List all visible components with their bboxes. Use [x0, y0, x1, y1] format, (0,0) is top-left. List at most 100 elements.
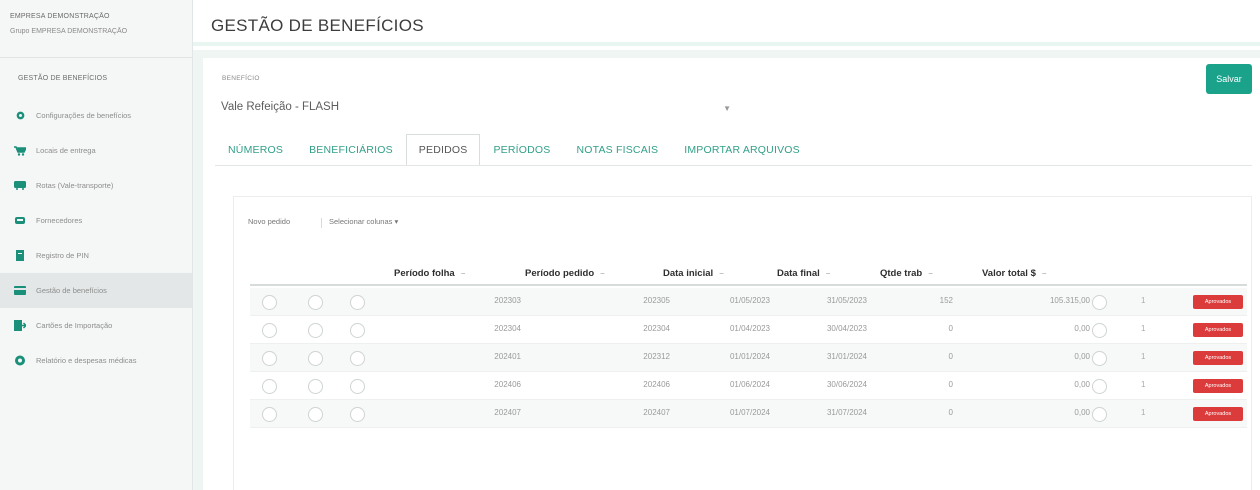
chevron-down-icon: ▾: [394, 217, 399, 226]
sidebar-nav: Configurações de benefícios Locais de ent…: [0, 98, 192, 378]
cell-data-final: 30/06/2024: [826, 380, 867, 389]
sidebar-item-label: Rotas (Vale-transporte): [36, 181, 114, 190]
row-radio[interactable]: [350, 323, 365, 338]
table-row[interactable]: 202303 202305 01/05/2023 31/05/2023 152 105.3…: [250, 288, 1247, 316]
sort-icon[interactable]: −: [600, 269, 605, 278]
row-radio[interactable]: [262, 351, 277, 366]
document-icon: [14, 250, 26, 261]
column-header-label: Período folha: [394, 268, 455, 279]
tab-pedidos[interactable]: PEDIDOS: [405, 134, 481, 165]
sort-icon[interactable]: −: [719, 269, 724, 278]
cell-qtde-trab: 0: [948, 324, 953, 333]
table-row[interactable]: 202401 202312 01/01/2024 31/01/2024 0 0,00 1 Ap…: [250, 344, 1247, 372]
page-title: GESTÃO DE BENEFÍCIOS: [211, 16, 424, 35]
sidebar-header: EMPRESA DEMONSTRAÇÃO Grupo EMPRESA DEMON…: [0, 0, 192, 58]
table-row[interactable]: 202407 202407 01/07/2024 31/07/2024 0 0,00 1 Ap…: [250, 400, 1247, 428]
row-radio[interactable]: [1092, 323, 1107, 338]
cell-data-final: 31/01/2024: [826, 352, 867, 361]
column-header-label: Período pedido: [525, 268, 595, 279]
sidebar-item[interactable]: Cartões de Importação: [0, 308, 192, 343]
tab-divider: [215, 165, 1252, 166]
benefit-select-value: Vale Refeição - FLASH: [221, 101, 340, 113]
sidebar-item-label: Configurações de benefícios: [36, 111, 132, 120]
tab-n-meros[interactable]: NÚMEROS: [215, 134, 296, 165]
sidebar-section-title: GESTÃO DE BENEFÍCIOS: [18, 75, 108, 82]
cell-pin: 1: [1141, 296, 1146, 305]
column-header[interactable]: Período folha −: [394, 268, 465, 279]
sort-icon[interactable]: −: [461, 269, 466, 278]
column-header[interactable]: Qtde trab −: [880, 268, 933, 279]
table-row[interactable]: 202406 202406 01/06/2024 30/06/2024 0 0,00 1 Ap…: [250, 372, 1247, 400]
row-radio[interactable]: [308, 351, 323, 366]
row-radio[interactable]: [308, 407, 323, 422]
tab-importar-arquivos[interactable]: IMPORTAR ARQUIVOS: [671, 134, 813, 165]
sidebar-item-label: Registro de PIN: [36, 251, 89, 260]
cell-qtde-trab: 0: [948, 408, 953, 417]
sidebar-item[interactable]: Configurações de benefícios: [0, 98, 192, 133]
column-header-label: Valor total $: [982, 268, 1036, 279]
sidebar-item[interactable]: Gestão de benefícios: [0, 273, 192, 308]
main-content: BENEFÍCIO Vale Refeição - FLASH ▼ Salvar…: [193, 50, 1260, 490]
cell-pin: 1: [1141, 352, 1146, 361]
tab-per-odos[interactable]: PERÍODOS: [480, 134, 563, 165]
tab-bar: NÚMEROS BENEFICIÁRIOS PEDIDOS PERÍODOS NOTAS…: [215, 134, 813, 165]
cell-data-inicial: 01/04/2023: [729, 324, 770, 333]
status-badge[interactable]: Aprovados: [1193, 407, 1243, 421]
row-radio[interactable]: [350, 407, 365, 422]
status-badge[interactable]: Aprovados: [1193, 379, 1243, 393]
row-radio[interactable]: [308, 379, 323, 394]
tab-benefici-rios[interactable]: BENEFICIÁRIOS: [296, 134, 406, 165]
status-badge[interactable]: Aprovados: [1193, 295, 1243, 309]
row-radio[interactable]: [262, 295, 277, 310]
company-name[interactable]: EMPRESA DEMONSTRAÇÃO: [10, 12, 182, 22]
sort-icon[interactable]: −: [928, 269, 933, 278]
sidebar-item[interactable]: Relatório e despesas médicas: [0, 343, 192, 378]
row-radio[interactable]: [1092, 295, 1107, 310]
file-import-icon: [14, 320, 26, 331]
sidebar-item[interactable]: Registro de PIN: [0, 238, 192, 273]
row-radio[interactable]: [350, 379, 365, 394]
sidebar-item[interactable]: Fornecedores: [0, 203, 192, 238]
row-radio[interactable]: [1092, 379, 1107, 394]
sidebar-item[interactable]: Rotas (Vale-transporte): [0, 168, 192, 203]
status-badge[interactable]: Aprovados: [1193, 351, 1243, 365]
select-columns-button[interactable]: Selecionar colunas ▾: [329, 217, 398, 226]
select-columns-label: Selecionar colunas: [329, 217, 393, 226]
cell-pin: 1: [1141, 324, 1146, 333]
cell-data-inicial: 01/05/2023: [729, 296, 770, 305]
cell-periodo-pedido: 202304: [643, 324, 670, 333]
column-header[interactable]: Período pedido −: [525, 268, 605, 279]
sidebar-item[interactable]: Locais de entrega: [0, 133, 192, 168]
bus-icon: [14, 181, 26, 191]
row-radio[interactable]: [350, 295, 365, 310]
sidebar-item-label: Gestão de benefícios: [36, 286, 107, 295]
cell-periodo-folha: 202304: [494, 324, 521, 333]
cell-valor-total: 0,00: [1074, 380, 1090, 389]
sort-icon[interactable]: −: [1042, 269, 1047, 278]
cell-data-inicial: 01/07/2024: [729, 408, 770, 417]
row-radio[interactable]: [262, 379, 277, 394]
column-header[interactable]: Data inicial −: [663, 268, 724, 279]
row-radio[interactable]: [1092, 407, 1107, 422]
stethoscope-icon: [14, 355, 26, 366]
row-radio[interactable]: [308, 323, 323, 338]
status-badge[interactable]: Aprovados: [1193, 323, 1243, 337]
cell-periodo-folha: 202406: [494, 380, 521, 389]
row-radio[interactable]: [262, 323, 277, 338]
row-radio[interactable]: [1092, 351, 1107, 366]
cell-periodo-pedido: 202407: [643, 408, 670, 417]
column-header[interactable]: Data final −: [777, 268, 830, 279]
sort-icon[interactable]: −: [826, 269, 831, 278]
row-radio[interactable]: [350, 351, 365, 366]
row-radio[interactable]: [262, 407, 277, 422]
column-header[interactable]: Valor total $ −: [982, 268, 1047, 279]
save-button[interactable]: Salvar: [1206, 64, 1252, 94]
row-radio[interactable]: [308, 295, 323, 310]
sidebar: EMPRESA DEMONSTRAÇÃO Grupo EMPRESA DEMON…: [0, 0, 193, 490]
table-header: Período folha − Período pedido − Data inicia…: [250, 260, 1247, 286]
cell-pin: 1: [1141, 408, 1146, 417]
tab-notas-fiscais[interactable]: NOTAS FISCAIS: [563, 134, 671, 165]
benefit-select[interactable]: Vale Refeição - FLASH ▼: [221, 101, 731, 123]
table-row[interactable]: 202304 202304 01/04/2023 30/04/2023 0 0,00 1 Ap…: [250, 316, 1247, 344]
new-order-button[interactable]: Novo pedido: [248, 217, 290, 226]
